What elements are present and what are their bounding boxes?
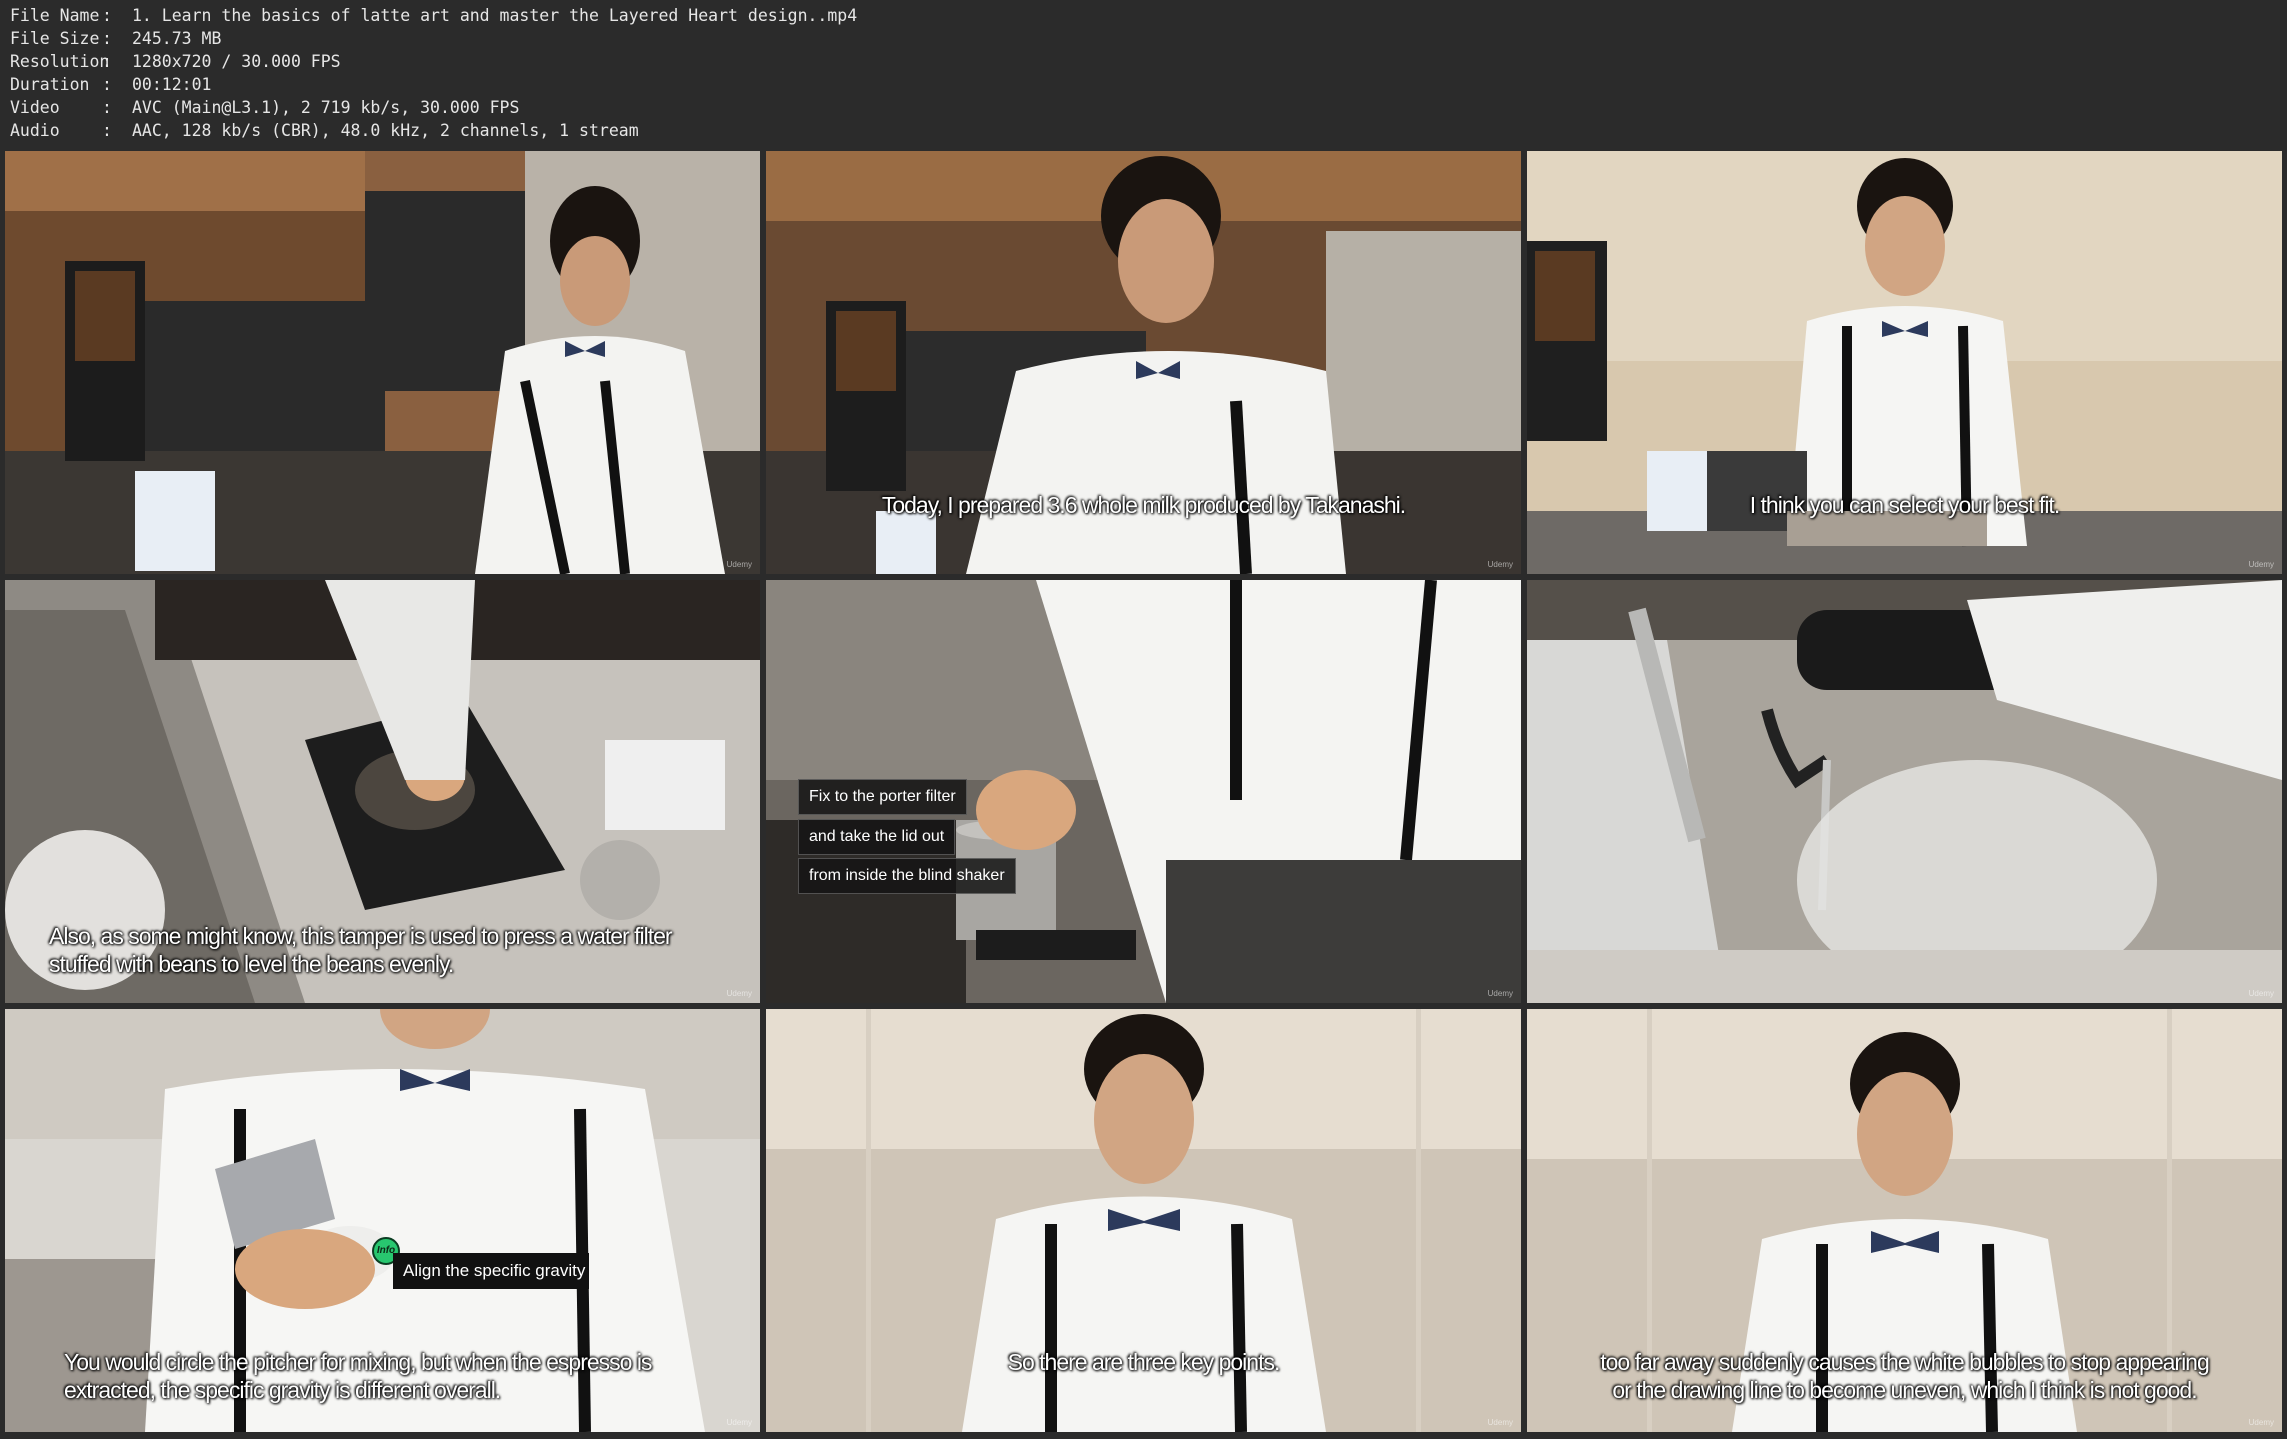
watermark: Udemy xyxy=(726,560,752,569)
video-frame-4: Also, as some might know, this tamper is… xyxy=(5,580,760,1003)
video-frame-9: too far away suddenly causes the white b… xyxy=(1527,1009,2282,1432)
subtitle-line: stuffed with beans to level the beans ev… xyxy=(49,951,454,977)
subtitle: Today, I prepared 3.6 whole milk produce… xyxy=(881,492,1406,518)
watermark: Udemy xyxy=(1487,1418,1513,1427)
meta-separator: : xyxy=(102,29,112,48)
caption-box: Fix to the porter filter xyxy=(798,779,967,815)
caption-box: from inside the blind shaker xyxy=(798,858,1016,894)
subtitle: I think you can select your best fit. xyxy=(1749,492,2060,518)
video-frame-7: Info Align the specific gravity o You wo… xyxy=(5,1009,760,1432)
meta-key: File Size xyxy=(10,29,100,48)
frame-6-scene xyxy=(1527,580,2282,1003)
subtitle: You would circle the pitcher for mixing,… xyxy=(64,1348,760,1404)
video-frame-3: I think you can select your best fit. Ud… xyxy=(1527,151,2282,574)
meta-key: Resolution xyxy=(10,52,110,71)
watermark: Udemy xyxy=(1487,560,1513,569)
meta-value: AAC, 128 kb/s (CBR), 48.0 kHz, 2 channel… xyxy=(132,121,639,140)
meta-key: Duration xyxy=(10,75,90,94)
meta-row-resolution: Resolution: 1280x720 / 30.000 FPS xyxy=(10,50,857,73)
meta-value: 00:12:01 xyxy=(132,75,212,94)
meta-row-file-size: File Size: 245.73 MB xyxy=(10,27,857,50)
video-frame-5: Fix to the porter filter and take the li… xyxy=(766,580,1521,1003)
meta-separator: : xyxy=(102,121,112,140)
meta-separator: : xyxy=(102,6,112,25)
subtitle: So there are three key points. xyxy=(1007,1349,1281,1375)
meta-separator: : xyxy=(102,75,112,94)
watermark: Udemy xyxy=(726,989,752,998)
watermark: Udemy xyxy=(726,1418,752,1427)
thumbnail-grid: Udemy Today, I prepared 3.6 whole milk p… xyxy=(5,151,2282,1432)
meta-separator: : xyxy=(102,98,112,117)
meta-value: 1280x720 / 30.000 FPS xyxy=(132,52,341,71)
meta-value: AVC (Main@L3.1), 2 719 kb/s, 30.000 FPS xyxy=(132,98,520,117)
frame-1-scene xyxy=(5,151,760,574)
meta-row-video: Video: AVC (Main@L3.1), 2 719 kb/s, 30.00… xyxy=(10,96,857,119)
meta-row-file-name: File Name: 1. Learn the basics of latte a… xyxy=(10,4,857,27)
subtitle: Also, as some might know, this tamper is… xyxy=(49,922,760,978)
caption-box: and take the lid out xyxy=(798,819,956,855)
meta-value: 245.73 MB xyxy=(132,29,222,48)
meta-value: 1. Learn the basics of latte art and mas… xyxy=(132,6,858,25)
meta-separator: : xyxy=(102,52,112,71)
file-metadata: File Name: 1. Learn the basics of latte a… xyxy=(10,4,857,142)
video-frame-1: Udemy xyxy=(5,151,760,574)
watermark: Udemy xyxy=(2248,560,2274,569)
subtitle-line: or the drawing line to become uneven, wh… xyxy=(1612,1377,2197,1403)
subtitle-line: Also, as some might know, this tamper is… xyxy=(49,923,673,949)
watermark: Udemy xyxy=(1487,989,1513,998)
subtitle-line: You would circle the pitcher for mixing,… xyxy=(64,1349,652,1375)
video-frame-2: Today, I prepared 3.6 whole milk produce… xyxy=(766,151,1521,574)
meta-key: Audio xyxy=(10,121,60,140)
meta-row-audio: Audio: AAC, 128 kb/s (CBR), 48.0 kHz, 2 c… xyxy=(10,119,857,142)
watermark: Udemy xyxy=(2248,1418,2274,1427)
subtitle-line: extracted, the specific gravity is diffe… xyxy=(64,1377,501,1403)
subtitle-line: too far away suddenly causes the white b… xyxy=(1600,1349,2210,1375)
meta-row-duration: Duration: 00:12:01 xyxy=(10,73,857,96)
video-frame-6: Udemy xyxy=(1527,580,2282,1003)
subtitle: too far away suddenly causes the white b… xyxy=(1527,1348,2282,1404)
meta-key: File Name xyxy=(10,6,100,25)
watermark: Udemy xyxy=(2248,989,2274,998)
info-popup-text: Align the specific gravity o xyxy=(393,1253,589,1289)
video-frame-8: So there are three key points. Udemy xyxy=(766,1009,1521,1432)
meta-key: Video xyxy=(10,98,60,117)
